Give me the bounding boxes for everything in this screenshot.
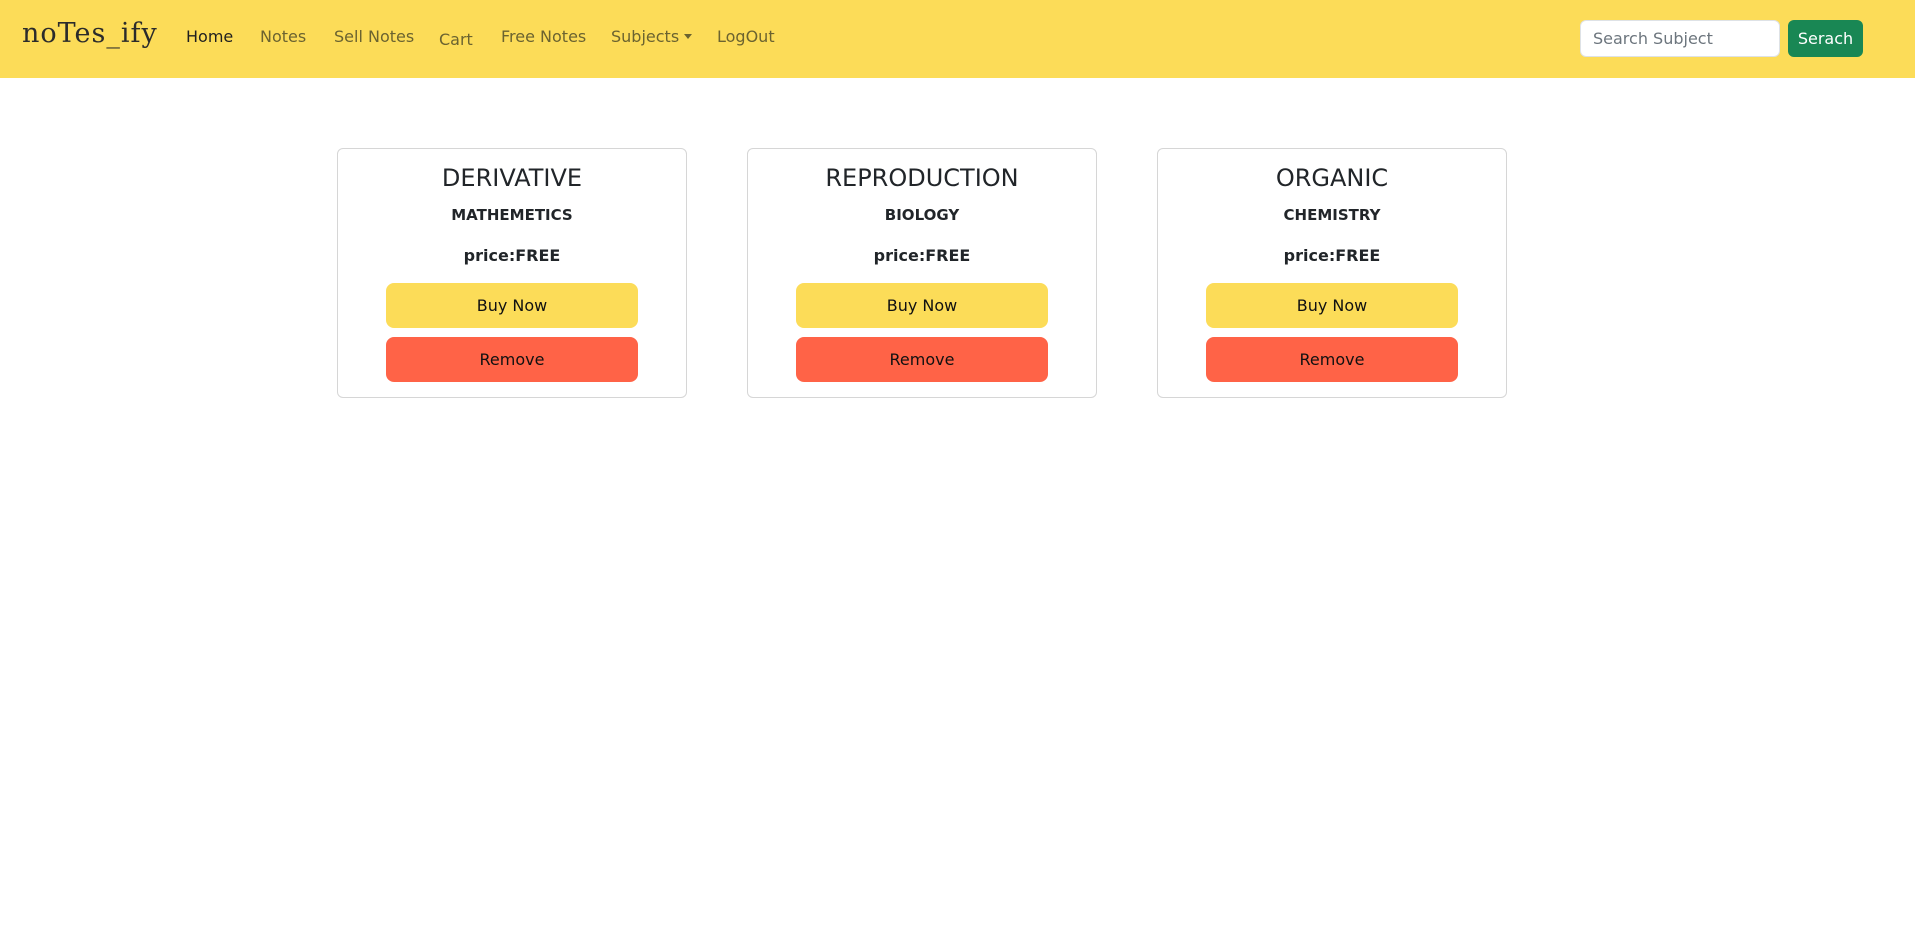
note-subject: CHEMISTRY [1283, 206, 1381, 224]
remove-button[interactable]: Remove [796, 337, 1048, 382]
nav-subjects-label: Subjects [611, 27, 680, 46]
note-subject: MATHEMETICS [451, 206, 573, 224]
buy-now-button[interactable]: Buy Now [796, 283, 1048, 328]
note-price: price:FREE [873, 246, 971, 265]
nav-notes[interactable]: Notes [260, 27, 306, 46]
nav-logout[interactable]: LogOut [717, 27, 775, 46]
nav-subjects-dropdown[interactable]: Subjects [611, 27, 693, 46]
note-title: ORGANIC [1275, 164, 1389, 192]
buy-now-button[interactable]: Buy Now [1206, 283, 1458, 328]
remove-button[interactable]: Remove [386, 337, 638, 382]
note-subject: BIOLOGY [884, 206, 960, 224]
search-input[interactable] [1580, 20, 1780, 57]
note-price: price:FREE [463, 246, 561, 265]
remove-button[interactable]: Remove [1206, 337, 1458, 382]
brand-logo[interactable]: noTes_ify [22, 18, 158, 49]
note-card: DERIVATIVE MATHEMETICS price:FREE Buy No… [337, 148, 687, 398]
navbar: noTes_ify Home Notes Sell Notes Cart Fre… [0, 0, 1915, 78]
note-title: REPRODUCTION [825, 164, 1019, 192]
search-button[interactable]: Serach [1788, 20, 1863, 57]
note-card: ORGANIC CHEMISTRY price:FREE Buy Now Rem… [1157, 148, 1507, 398]
note-price: price:FREE [1283, 246, 1381, 265]
buy-now-button[interactable]: Buy Now [386, 283, 638, 328]
nav-home[interactable]: Home [186, 27, 233, 46]
note-title: DERIVATIVE [441, 164, 583, 192]
nav-free-notes[interactable]: Free Notes [501, 27, 586, 46]
note-card: REPRODUCTION BIOLOGY price:FREE Buy Now … [747, 148, 1097, 398]
nav-cart[interactable]: Cart [439, 30, 473, 49]
nav-sell-notes[interactable]: Sell Notes [334, 27, 414, 46]
caret-down-icon [684, 34, 693, 39]
